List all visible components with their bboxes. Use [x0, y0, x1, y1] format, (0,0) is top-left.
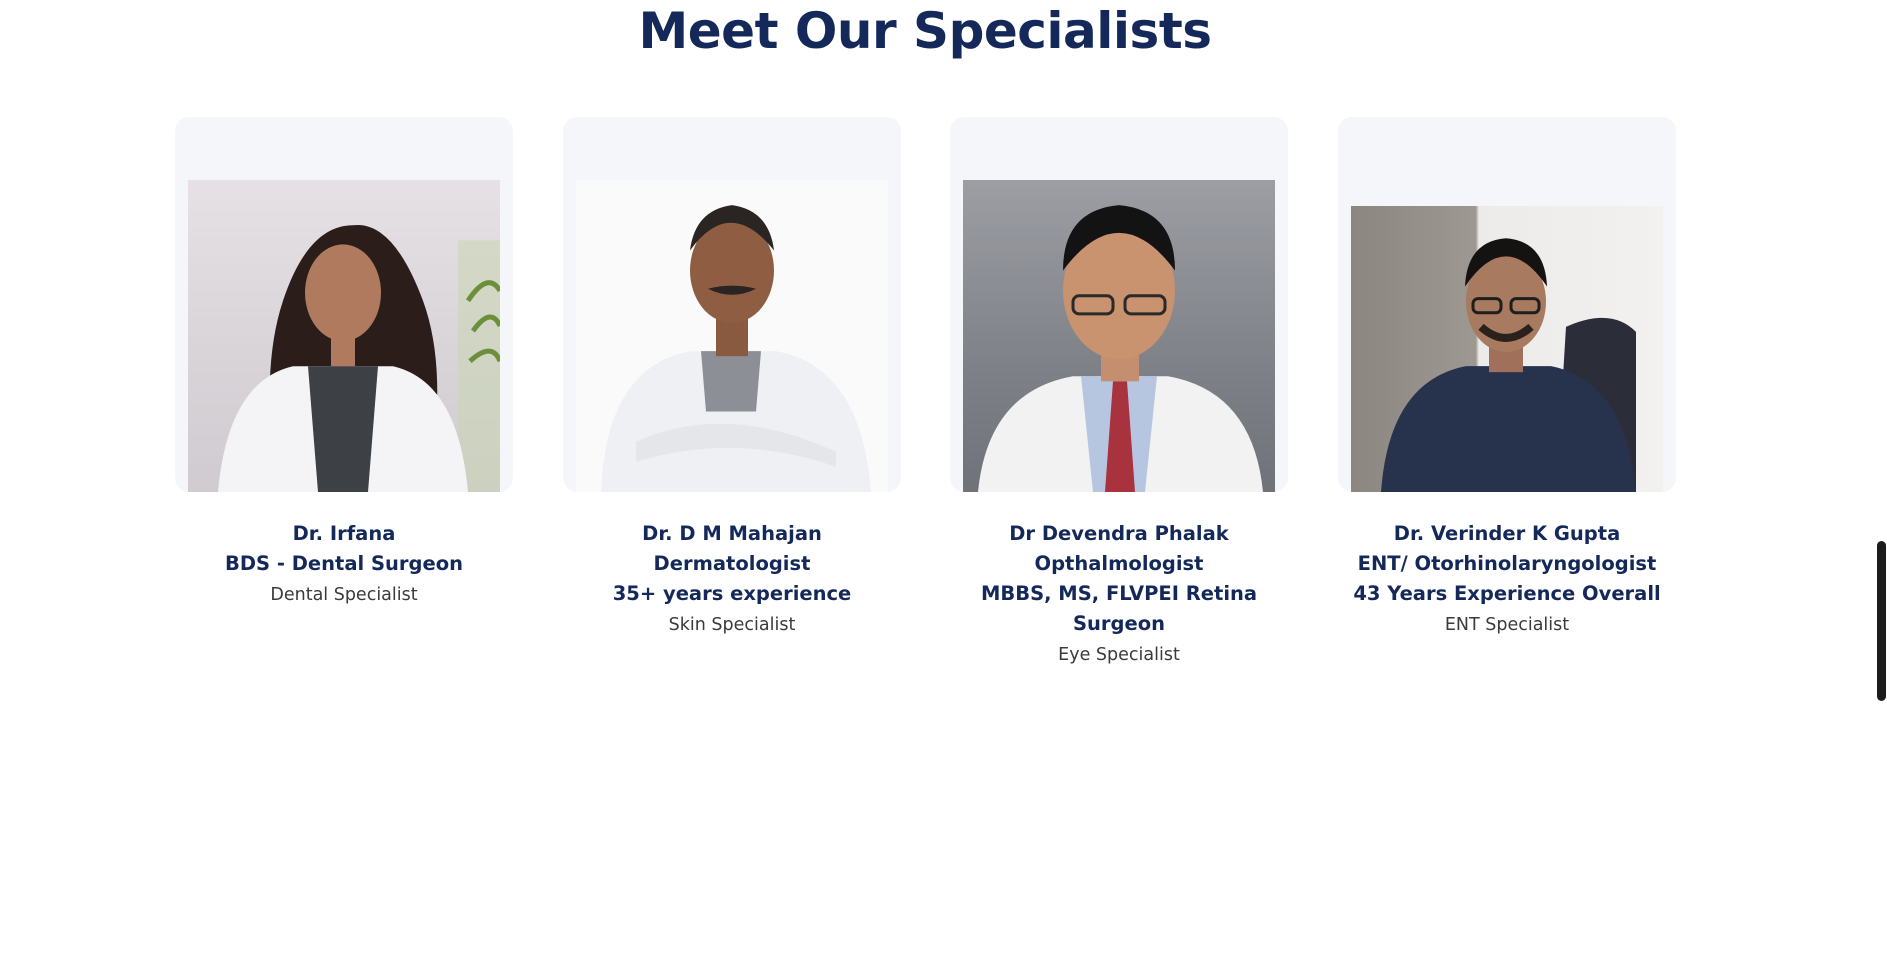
- photo-frame: [175, 117, 513, 492]
- specialist-card-gupta[interactable]: Dr. Verinder K Gupta ENT/ Otorhinolaryng…: [1338, 117, 1676, 638]
- specialist-details: Dr Devendra Phalak Opthalmologist MBBS, …: [950, 519, 1288, 668]
- doctor-photo-phalak: [963, 180, 1275, 492]
- doctor-specialty: Skin Specialist: [668, 615, 796, 635]
- specialist-details: Dr. Irfana BDS - Dental Surgeon Dental S…: [175, 519, 513, 608]
- doctor-specialty: Eye Specialist: [1058, 645, 1180, 665]
- doctor-name: Dr. Irfana: [292, 522, 396, 545]
- doctor-specialty: Dental Specialist: [270, 585, 418, 605]
- doctor-credentials: ENT/ Otorhinolaryngologist: [1357, 552, 1657, 575]
- page-scrollbar[interactable]: [1876, 0, 1887, 960]
- specialists-grid: Dr. Irfana BDS - Dental Surgeon Dental S…: [175, 117, 1676, 677]
- photo-frame: [950, 117, 1288, 492]
- specialist-card-phalak[interactable]: Dr Devendra Phalak Opthalmologist MBBS, …: [950, 117, 1288, 668]
- section-title: Meet Our Specialists: [638, 2, 1212, 60]
- specialist-details: Dr. Verinder K Gupta ENT/ Otorhinolaryng…: [1338, 519, 1676, 638]
- doctor-credentials: BDS - Dental Surgeon: [224, 552, 464, 575]
- doctor-photo-mahajan: [576, 180, 888, 492]
- scrollbar-thumb[interactable]: [1877, 541, 1886, 701]
- doctor-experience: 35+ years experience: [612, 582, 852, 605]
- doctor-credentials: Dermatologist: [653, 552, 811, 575]
- specialist-card-mahajan[interactable]: Dr. D M Mahajan Dermatologist 35+ years …: [563, 117, 901, 638]
- doctor-name: Dr. Verinder K Gupta: [1393, 522, 1621, 545]
- photo-frame: [563, 117, 901, 492]
- specialists-page: Meet Our Specialists Dr. Irfana BDS - De…: [0, 0, 1887, 960]
- doctor-experience: 43 Years Experience Overall: [1353, 582, 1661, 605]
- specialist-card-irfana[interactable]: Dr. Irfana BDS - Dental Surgeon Dental S…: [175, 117, 513, 608]
- photo-frame: [1338, 117, 1676, 492]
- doctor-credentials: Opthalmologist: [1034, 552, 1204, 575]
- specialist-details: Dr. D M Mahajan Dermatologist 35+ years …: [563, 519, 901, 638]
- doctor-name: Dr Devendra Phalak: [1009, 522, 1229, 545]
- doctor-photo-irfana: [188, 180, 500, 492]
- portrait-illustration: [978, 205, 1263, 492]
- portrait-illustration: [601, 205, 871, 492]
- doctor-qualifications-cont: Surgeon: [1072, 612, 1165, 635]
- doctor-qualifications: MBBS, MS, FLVPEI Retina: [980, 582, 1258, 605]
- portrait-illustration: [218, 224, 500, 492]
- doctor-name: Dr. D M Mahajan: [642, 522, 822, 545]
- portrait-illustration: [1381, 238, 1636, 492]
- doctor-photo-gupta: [1351, 206, 1663, 492]
- doctor-specialty: ENT Specialist: [1444, 615, 1570, 635]
